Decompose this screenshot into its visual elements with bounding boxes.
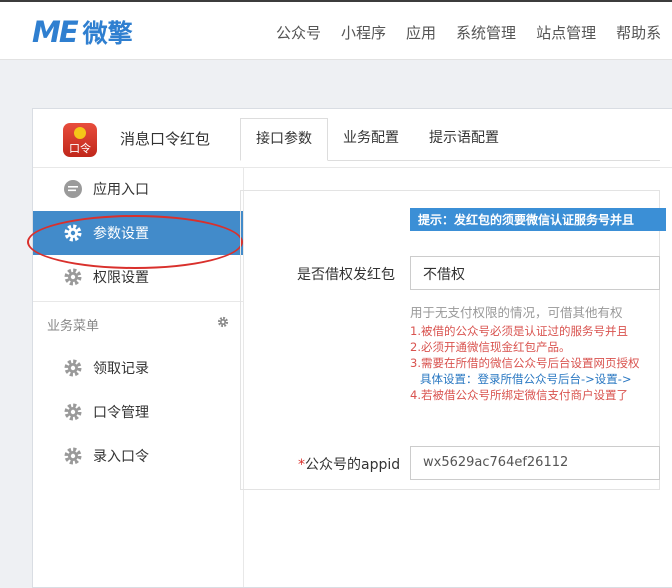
nav-item-apps[interactable]: 应用 — [406, 22, 436, 43]
tab-api-params[interactable]: 接口参数 — [240, 118, 328, 161]
tab-bar: 接口参数 业务配置 提示语配置 — [240, 118, 660, 161]
gear-icon — [64, 224, 82, 242]
note-1: 1.被借的公众号必须是认证过的服务号并且 — [410, 324, 628, 338]
gear-icon — [64, 268, 82, 286]
sidebar-item-label: 参数设置 — [93, 226, 149, 242]
sidebar-item-password-manage[interactable]: 口令管理 — [33, 390, 243, 434]
gear-icon — [64, 359, 82, 377]
gear-icon — [64, 403, 82, 421]
comment-icon — [64, 180, 82, 198]
sidebar-item-label: 领取记录 — [93, 361, 149, 377]
borrow-label: 是否借权发红包 — [297, 267, 395, 283]
note-3-detail: 具体设置：登录所借公众号后台->设置-> — [420, 372, 632, 386]
appid-label: *公众号的appid — [298, 454, 400, 474]
app-icon: 口令 — [63, 123, 97, 157]
note-4: 4.若被借公众号所绑定微信支付商户设置了 — [410, 388, 628, 402]
required-mark: * — [298, 457, 305, 473]
sidebar-item-permissions[interactable]: 权限设置 — [33, 255, 243, 299]
sidebar: 应用入口 参数设置 权限设置 业务菜单 领取记录 口令管理 录入口令 — [33, 167, 244, 587]
tab-business-config[interactable]: 业务配置 — [328, 118, 414, 160]
logo-text: 微擎 — [82, 19, 133, 48]
appid-input[interactable]: wx5629ac764ef26112 — [410, 446, 660, 480]
logo-mark: ME — [32, 15, 79, 49]
sidebar-item-entry[interactable]: 应用入口 — [33, 167, 243, 211]
sidebar-item-label: 录入口令 — [93, 449, 149, 465]
info-alert: 提示：发红包的须要微信认证服务号并且 — [410, 208, 666, 231]
app-title: 消息口令红包 — [120, 130, 211, 148]
logo[interactable]: ME 微擎 — [32, 14, 133, 50]
borrow-select[interactable]: 不借权 — [410, 256, 660, 290]
tab-prompt-config[interactable]: 提示语配置 — [414, 118, 514, 160]
nav-item-help[interactable]: 帮助系 — [616, 22, 661, 43]
nav-item-miniprogram[interactable]: 小程序 — [341, 22, 386, 43]
top-bar: ME 微擎 公众号 小程序 应用 系统管理 站点管理 帮助系 — [0, 0, 672, 60]
section-title: 业务菜单 — [47, 318, 100, 334]
sidebar-item-records[interactable]: 领取记录 — [33, 346, 243, 390]
sidebar-item-label: 权限设置 — [93, 270, 149, 286]
sidebar-item-enter-password[interactable]: 录入口令 — [33, 434, 243, 478]
note-3: 3.需要在所借的微信公众号后台设置网页授权 — [410, 356, 640, 370]
appid-label-text: 公众号的appid — [305, 457, 401, 473]
app-icon-text: 口令 — [69, 142, 91, 155]
top-nav: 公众号 小程序 应用 系统管理 站点管理 帮助系 — [266, 22, 671, 43]
nav-item-public[interactable]: 公众号 — [276, 22, 321, 43]
settings-icon[interactable] — [217, 316, 229, 328]
business-menu-heading: 业务菜单 — [33, 302, 243, 346]
note-2: 2.必须开通微信现金红包产品。 — [410, 340, 571, 354]
nav-item-site[interactable]: 站点管理 — [536, 22, 596, 43]
sidebar-item-label: 应用入口 — [93, 182, 149, 198]
sidebar-item-label: 口令管理 — [93, 405, 149, 421]
borrow-help-text: 用于无支付权限的情况，可借其他有权 — [410, 305, 623, 320]
nav-item-system[interactable]: 系统管理 — [456, 22, 516, 43]
sidebar-item-params[interactable]: 参数设置 — [33, 211, 243, 255]
gear-icon — [64, 447, 82, 465]
coin-icon — [74, 127, 86, 139]
